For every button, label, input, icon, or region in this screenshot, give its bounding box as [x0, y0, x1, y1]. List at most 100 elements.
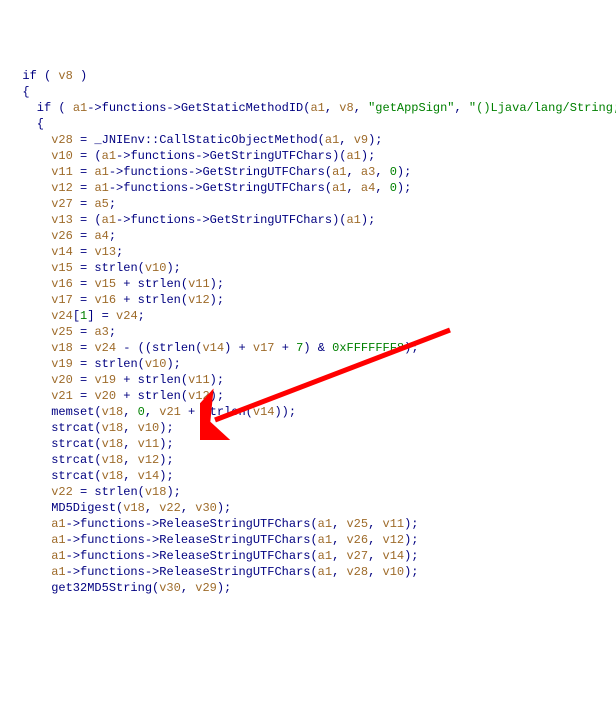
code-token: , — [123, 437, 137, 451]
code-token: a1 — [318, 533, 332, 547]
code-token: v8 — [58, 69, 72, 83]
code-token: v13 — [94, 245, 116, 259]
code-token: v29 — [195, 581, 217, 595]
code-token — [8, 373, 51, 387]
code-token: v11 — [138, 437, 160, 451]
code-token: v16 — [51, 277, 73, 291]
code-line: v15 = strlen(v10); — [8, 260, 616, 276]
code-token: v10 — [145, 261, 167, 275]
code-token: v8 — [339, 101, 353, 115]
code-token: a3 — [94, 325, 108, 339]
code-token: v21 — [51, 389, 73, 403]
code-token — [8, 229, 51, 243]
code-token: , — [332, 565, 346, 579]
code-token: v24 — [51, 309, 73, 323]
code-token — [8, 485, 51, 499]
code-token: ->functions->GetStringUTFChars)( — [116, 149, 346, 163]
code-token: ) & — [303, 341, 332, 355]
code-line: v27 = a5; — [8, 196, 616, 212]
code-token: + strlen( — [116, 293, 188, 307]
code-token: a1 — [332, 181, 346, 195]
code-line: strcat(v18, v11); — [8, 436, 616, 452]
code-token: ); — [397, 165, 411, 179]
code-token: = — [73, 165, 95, 179]
code-token: , — [375, 181, 389, 195]
code-token: v18 — [102, 405, 124, 419]
code-token: v26 — [346, 533, 368, 547]
code-token: ); — [166, 485, 180, 499]
code-token: v18 — [102, 437, 124, 451]
code-token: , — [123, 405, 137, 419]
code-token: v11 — [51, 165, 73, 179]
code-token: strcat( — [8, 469, 102, 483]
code-token: , — [347, 181, 361, 195]
code-token: , — [332, 549, 346, 563]
code-token: v13 — [51, 213, 73, 227]
code-token: v28 — [346, 565, 368, 579]
code-token: a1 — [51, 565, 65, 579]
code-token: + strlen( — [116, 373, 188, 387]
code-token: , — [332, 517, 346, 531]
code-token: v15 — [94, 277, 116, 291]
code-token: + strlen( — [181, 405, 253, 419]
code-token: = strlen( — [73, 261, 145, 275]
code-token: ); — [368, 133, 382, 147]
code-token: ); — [210, 277, 224, 291]
code-token: a1 — [318, 565, 332, 579]
code-token — [8, 165, 51, 179]
code-token: v16 — [94, 293, 116, 307]
code-token: v10 — [138, 421, 160, 435]
code-line: strcat(v18, v14); — [8, 468, 616, 484]
code-token: ); — [159, 421, 173, 435]
code-token — [8, 277, 51, 291]
code-line: MD5Digest(v18, v22, v30); — [8, 500, 616, 516]
code-token: , — [375, 165, 389, 179]
code-token: = ( — [73, 149, 102, 163]
code-token — [8, 517, 51, 531]
code-token: a1 — [102, 149, 116, 163]
code-token: strcat( — [8, 421, 102, 435]
code-token: ; — [109, 197, 116, 211]
code-token: ); — [159, 437, 173, 451]
code-token — [8, 181, 51, 195]
code-token: ); — [210, 293, 224, 307]
code-token: v24 — [116, 309, 138, 323]
code-line: v25 = a3; — [8, 324, 616, 340]
code-line: v18 = v24 - ((strlen(v14) + v17 + 7) & 0… — [8, 340, 616, 356]
code-token: v10 — [51, 149, 73, 163]
code-token: v10 — [383, 565, 405, 579]
code-token: = strlen( — [73, 485, 145, 499]
code-token: = — [73, 389, 95, 403]
code-token: v14 — [51, 245, 73, 259]
code-token: = — [73, 245, 95, 259]
code-token: a4 — [94, 229, 108, 243]
code-token: v18 — [102, 421, 124, 435]
code-token: ); — [404, 533, 418, 547]
code-token: ->functions->GetStringUTFChars)( — [116, 213, 346, 227]
code-token: = _JNIEnv::CallStaticObjectMethod( — [73, 133, 325, 147]
code-line: { — [8, 84, 616, 100]
code-token — [8, 325, 51, 339]
code-token: v12 — [51, 181, 73, 195]
code-token: a5 — [94, 197, 108, 211]
code-token: , — [325, 101, 339, 115]
code-token: MD5Digest( — [8, 501, 123, 515]
code-token — [8, 389, 51, 403]
code-token: memset( — [8, 405, 102, 419]
code-token: = — [73, 277, 95, 291]
code-token: = — [73, 325, 95, 339]
code-line: v20 = v19 + strlen(v11); — [8, 372, 616, 388]
code-token: v21 — [159, 405, 181, 419]
code-token: ); — [404, 549, 418, 563]
code-token: ); — [210, 389, 224, 403]
code-token: v14 — [383, 549, 405, 563]
code-line: strcat(v18, v10); — [8, 420, 616, 436]
code-token: ->functions->GetStaticMethodID( — [87, 101, 310, 115]
code-token: 0 — [138, 405, 145, 419]
code-token: v18 — [102, 453, 124, 467]
code-token: v24 — [94, 341, 116, 355]
code-token — [8, 213, 51, 227]
code-token: a3 — [361, 165, 375, 179]
code-token: = — [73, 181, 95, 195]
code-line: v26 = a4; — [8, 228, 616, 244]
